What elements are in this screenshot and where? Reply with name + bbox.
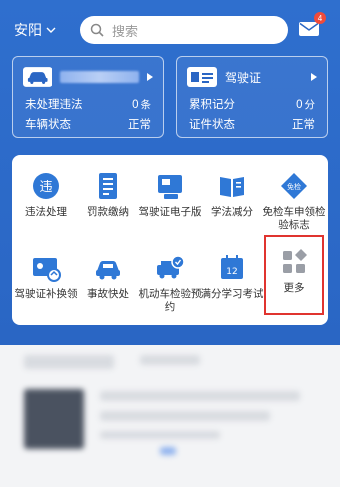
service-label: 驾驶证补换领 (14, 288, 78, 300)
service-label: 更多 (283, 282, 305, 294)
service-label: 罚款缴纳 (87, 206, 129, 218)
service-license-reissue[interactable]: 驾驶证补换领 (14, 243, 78, 323)
message-button[interactable]: 4 (298, 12, 326, 38)
service-inspection-appointment[interactable]: 机动车检验预约 (138, 243, 202, 323)
city-selector[interactable]: 安阳 (14, 20, 56, 40)
points-label: 累积记分 (189, 99, 235, 111)
license-reissue-icon (33, 258, 61, 282)
points-value: 0 (296, 98, 303, 111)
service-label: 机动车检验预约 (138, 288, 202, 313)
service-full-score-exam[interactable]: 12 满分学习考试 (200, 243, 264, 323)
license-status-value: 正常 (292, 119, 315, 131)
arrow-right-icon (311, 73, 317, 81)
violation-value: 0 (132, 98, 139, 111)
license-card-title: 驾驶证 (225, 70, 262, 85)
violation-label: 未处理违法 (25, 99, 83, 111)
vehicle-status-value: 正常 (128, 119, 151, 131)
service-label: 学法减分 (211, 206, 253, 218)
service-e-license[interactable]: 驾驶证电子版 (138, 161, 202, 241)
accident-car-icon (96, 261, 120, 280)
search-input[interactable]: 搜索 (80, 16, 288, 44)
service-label: 驾驶证电子版 (138, 206, 202, 218)
license-status-row: 证件状态 正常 (189, 115, 315, 133)
service-violation-handling[interactable]: 违 违法处理 (16, 161, 76, 241)
violation-row: 未处理违法 0条 (25, 95, 151, 113)
fine-payment-icon (99, 173, 117, 199)
vehicle-status-label: 车辆状态 (25, 119, 71, 131)
top-bar: 安阳 搜索 4 (0, 12, 340, 46)
search-placeholder: 搜索 (112, 23, 139, 39)
blurred-block (140, 355, 200, 365)
service-label: 免检车申领检验标志 (262, 206, 326, 231)
calendar-icon-text: 12 (226, 267, 237, 277)
e-license-icon (158, 175, 182, 199)
search-icon (90, 23, 104, 37)
driver-license-card[interactable]: 驾驶证 累积记分 0分 证件状态 正常 (176, 56, 328, 138)
calendar-exam-icon: 12 (221, 255, 243, 279)
blurred-content-area (0, 345, 340, 487)
violation-icon-text: 违 (39, 180, 52, 195)
vehicle-card-header (23, 65, 153, 89)
vehicle-card[interactable]: 未处理违法 0条 车辆状态 正常 (12, 56, 164, 138)
inspection-appointment-icon (157, 255, 185, 279)
points-unit: 分 (304, 98, 316, 111)
service-fine-payment[interactable]: 罚款缴纳 (78, 161, 138, 241)
car-icon (23, 67, 53, 87)
service-study-reduce-points[interactable]: 学法减分 (202, 161, 262, 241)
unread-badge: 4 (314, 12, 326, 24)
blurred-text-line (100, 431, 220, 439)
points-row: 累积记分 0分 (189, 95, 315, 113)
city-name: 安阳 (14, 22, 42, 38)
license-card-header: 驾驶证 (187, 65, 317, 89)
violation-icon: 违 (33, 173, 59, 199)
service-exempt-inspection[interactable]: 免检 免检车申领检验标志 (262, 161, 326, 241)
blurred-text-line (100, 411, 270, 421)
blurred-block (24, 355, 114, 369)
service-label: 满分学习考试 (200, 288, 264, 300)
license-status-label: 证件状态 (189, 119, 235, 131)
vehicle-status-row: 车辆状态 正常 (25, 115, 151, 133)
violation-count: 0条 (132, 97, 151, 112)
study-book-icon (220, 177, 244, 197)
blurred-dot (160, 447, 176, 455)
points-count: 0分 (296, 97, 315, 112)
blurred-thumbnail (24, 389, 84, 449)
exempt-icon-text: 免检 (287, 182, 301, 191)
service-more[interactable]: 更多 (264, 235, 324, 315)
license-plate-blurred (60, 71, 139, 83)
chevron-down-icon (46, 27, 56, 33)
service-label: 违法处理 (25, 206, 67, 218)
exempt-inspection-icon: 免检 (281, 173, 307, 199)
services-panel: 违 违法处理 罚款缴纳 驾驶证电子版 学法减分 免检 免检车申领检验标志 驾驶证… (12, 155, 328, 325)
violation-unit: 条 (140, 98, 152, 111)
blurred-text-line (100, 391, 300, 401)
id-card-icon (187, 67, 217, 87)
arrow-right-icon (147, 73, 153, 81)
service-accident-quick[interactable]: 事故快处 (78, 243, 138, 323)
more-grid-icon (283, 249, 307, 273)
service-label: 事故快处 (87, 288, 129, 300)
